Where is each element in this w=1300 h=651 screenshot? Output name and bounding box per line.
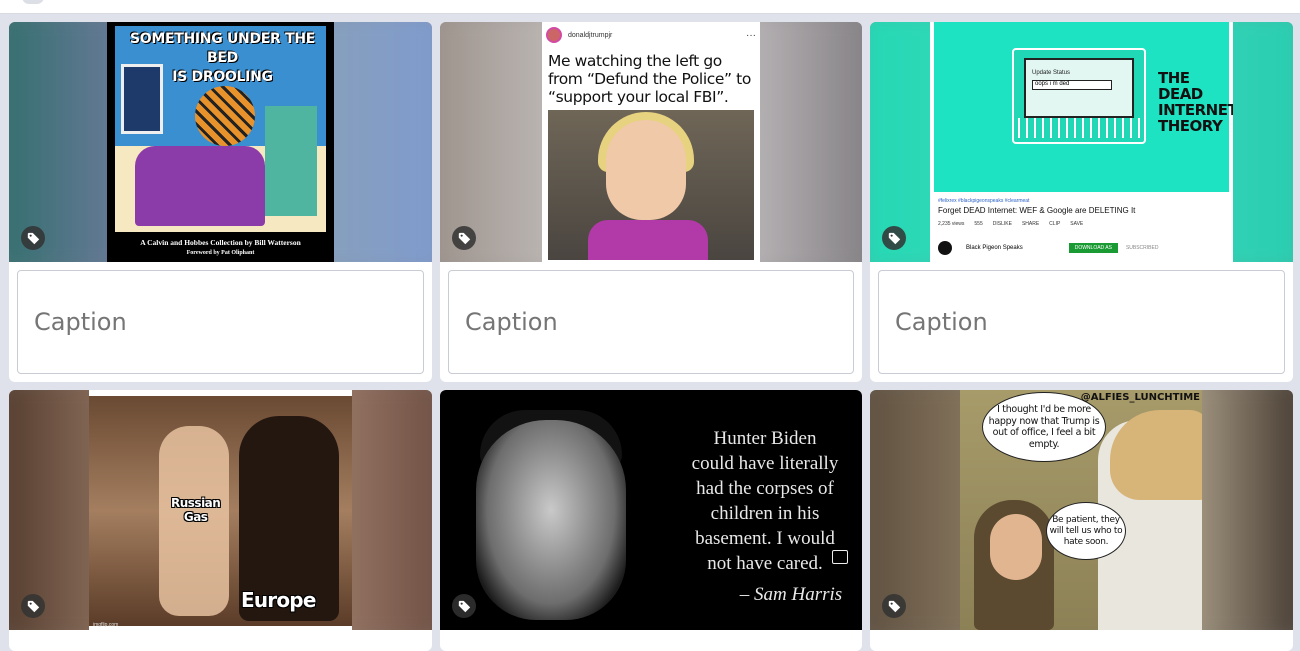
post-image-1[interactable]: SOMETHING UNDER THE BED IS DROOLING A Cal… — [9, 22, 432, 262]
video-hashtags: #felixrex #blackpigeonspeaks #clearmeat — [938, 198, 1030, 204]
meme-label-europe: Europe — [241, 588, 316, 612]
like-count: 555 — [974, 221, 983, 227]
photo-face — [606, 120, 686, 220]
cover-dresser — [265, 106, 317, 216]
save-label: SAVE — [1070, 221, 1084, 227]
post-handle: donaldjtrumpjr — [568, 31, 613, 39]
post-image-5[interactable]: Hunter Biden could have literally had th… — [440, 390, 862, 630]
cover-title: SOMETHING UNDER THE BED IS DROOLING — [129, 31, 316, 85]
external-link-icon[interactable] — [832, 550, 848, 564]
tag-icon[interactable] — [21, 594, 45, 618]
quote-attribution: – Sam Harris — [739, 584, 843, 605]
post-image-4[interactable]: Russian Gas Europe imgflip.com — [9, 390, 432, 630]
tag-icon[interactable] — [882, 226, 906, 250]
cover-bed — [135, 146, 265, 226]
comic-book-cover: SOMETHING UNDER THE BED IS DROOLING A Cal… — [107, 22, 334, 262]
laptop-screen: Update Status oops i m ded — [1024, 58, 1134, 118]
video-title: Forget DEAD Internet: WEF & Google are D… — [938, 206, 1136, 215]
status-box: oops i m ded — [1032, 80, 1112, 90]
video-thumbnail: Update Status oops i m ded THE DEAD INTE… — [934, 22, 1233, 192]
post-card-5[interactable]: Hunter Biden could have literally had th… — [440, 390, 862, 651]
meme-photo — [548, 110, 754, 260]
channel-row: Black Pigeon Speaks DOWNLOAD AS SUBSCRIB… — [938, 241, 1225, 255]
subscribed-label: SUBSCRIBED — [1125, 245, 1159, 251]
dislike-label: DISLIKE — [992, 221, 1012, 227]
figure-left-face — [990, 514, 1042, 580]
clip-label: CLIP — [1049, 221, 1061, 227]
meme-post: donaldjtrumpjr ··· Me watching the left … — [542, 22, 760, 262]
more-icon: ··· — [746, 29, 756, 41]
avatar — [546, 27, 562, 43]
thumbnail-title: THE DEAD INTERNET THEORY — [1158, 69, 1233, 135]
meme-text: Me watching the left go from “Defund the… — [548, 52, 751, 106]
top-bar — [0, 0, 1300, 14]
tag-icon[interactable] — [882, 594, 906, 618]
video-actions: 2,235 views 555 DISLIKE SHARE CLIP SAVE — [938, 221, 1225, 227]
meme-label-russian-gas: Russian Gas — [171, 496, 221, 524]
tag-icon[interactable] — [452, 226, 476, 250]
view-count: 2,235 views — [938, 221, 965, 227]
portrait-face — [476, 420, 626, 620]
comic-panel: I thought I'd be more happy now that Tru… — [960, 390, 1202, 630]
post-card-3[interactable]: Update Status oops i m ded THE DEAD INTE… — [870, 22, 1293, 382]
post-image-6[interactable]: I thought I'd be more happy now that Tru… — [870, 390, 1293, 630]
channel-name: Black Pigeon Speaks — [966, 245, 1023, 251]
tag-icon[interactable] — [452, 594, 476, 618]
post-card-6[interactable]: I thought I'd be more happy now that Tru… — [870, 390, 1293, 651]
laptop-illustration: Update Status oops i m ded — [1012, 48, 1146, 144]
cover-footer: A Calvin and Hobbes Collection by Bill W… — [140, 238, 301, 256]
post-card-4[interactable]: Russian Gas Europe imgflip.com — [9, 390, 432, 651]
caption-input[interactable] — [878, 270, 1285, 374]
speech-bubble-2: Be patient, they will tell us who to hat… — [1046, 502, 1126, 560]
channel-avatar — [938, 241, 952, 255]
video-screenshot: Update Status oops i m ded THE DEAD INTE… — [930, 22, 1233, 262]
caption-input[interactable] — [17, 270, 424, 374]
artist-handle: @ALFIES_LUNCHTIME — [1080, 392, 1200, 403]
photo-shirt — [588, 220, 708, 260]
watermark: imgflip.com — [93, 622, 119, 628]
cover-tiger — [195, 86, 255, 146]
keyboard — [1018, 118, 1140, 138]
post-header: donaldjtrumpjr ··· — [546, 26, 756, 44]
share-label: SHARE — [1021, 221, 1040, 227]
status-label: Update Status — [1032, 70, 1071, 76]
post-image-3[interactable]: Update Status oops i m ded THE DEAD INTE… — [870, 22, 1293, 262]
top-bar-control[interactable] — [22, 0, 44, 4]
video-info: #felixrex #blackpigeonspeaks #clearmeat … — [934, 192, 1229, 262]
post-card-2[interactable]: donaldjtrumpjr ··· Me watching the left … — [440, 22, 862, 382]
post-image-2[interactable]: donaldjtrumpjr ··· Me watching the left … — [440, 22, 862, 262]
tag-icon[interactable] — [21, 226, 45, 250]
figure-right-hair — [1110, 410, 1202, 500]
caption-input[interactable] — [448, 270, 854, 374]
download-label: DOWNLOAD AS — [1068, 243, 1118, 253]
post-card-1[interactable]: SOMETHING UNDER THE BED IS DROOLING A Cal… — [9, 22, 432, 382]
painting-meme: Russian Gas Europe imgflip.com — [89, 390, 352, 630]
